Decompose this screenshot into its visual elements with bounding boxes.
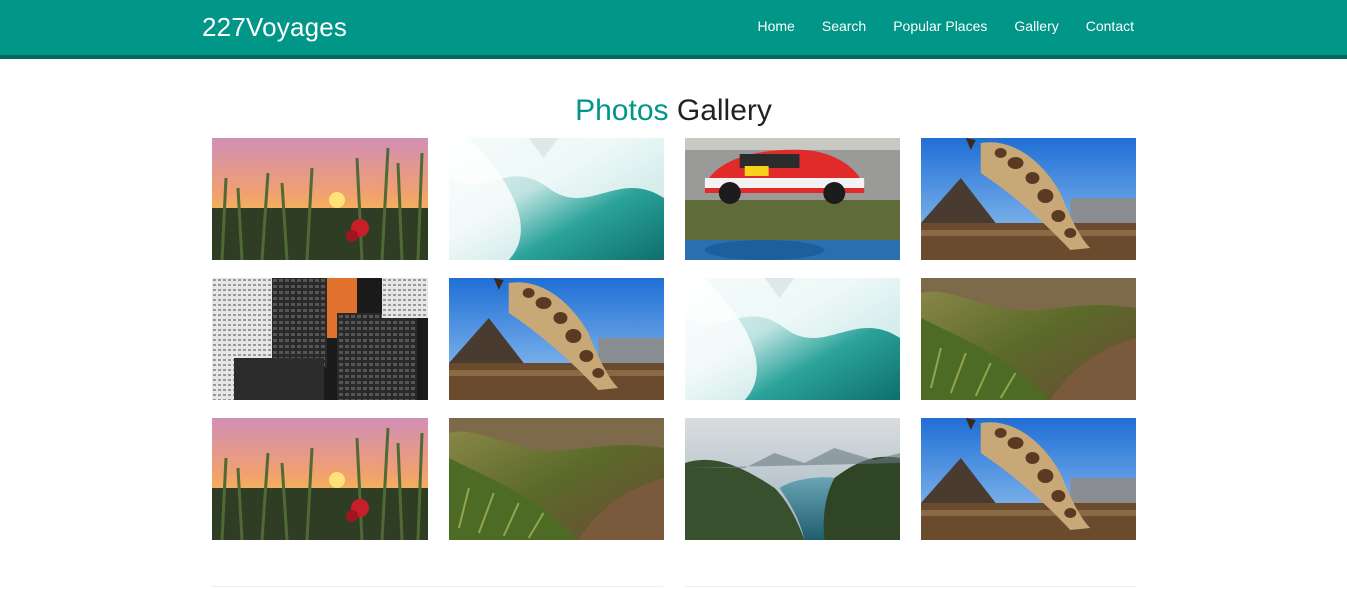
gallery-title: Photos Gallery	[0, 93, 1347, 129]
nav-link-search[interactable]: Search	[822, 17, 866, 35]
gallery-photo-giraffe[interactable]	[921, 138, 1136, 260]
brand-logo-link[interactable]: 227Voyages	[202, 12, 347, 42]
gallery-photo-ocean-wave-surf[interactable]	[685, 278, 900, 400]
gallery-photo-city-skyscrapers[interactable]	[212, 278, 428, 400]
gallery-title-rest: Gallery	[676, 94, 772, 127]
gallery-photo-giraffe[interactable]	[449, 278, 664, 400]
gallery-photo-race-car[interactable]	[685, 138, 900, 260]
top-navbar: 227Voyages Home Search Popular Places Ga…	[0, 0, 1347, 59]
gallery-photo-mountain-fjord-lake[interactable]	[685, 418, 900, 540]
gallery-photo-sunset-wheat-field[interactable]	[212, 418, 428, 540]
gallery-photo-giraffe[interactable]	[921, 418, 1136, 540]
nav-link-popular-places[interactable]: Popular Places	[893, 17, 987, 35]
main-nav: Home Search Popular Places Gallery Conta…	[758, 17, 1135, 35]
section-divider-right	[685, 586, 1136, 587]
nav-link-home[interactable]: Home	[758, 17, 795, 35]
section-divider-left	[212, 586, 663, 587]
gallery-photo-sunset-wheat-field[interactable]	[212, 138, 428, 260]
gallery-photo-grassy-hillside-path[interactable]	[449, 418, 664, 540]
photo-gallery-grid	[212, 138, 1136, 540]
gallery-photo-ocean-wave-surf[interactable]	[449, 138, 664, 260]
nav-link-gallery[interactable]: Gallery	[1014, 17, 1058, 35]
nav-link-contact[interactable]: Contact	[1086, 17, 1134, 35]
gallery-photo-grassy-hillside-path[interactable]	[921, 278, 1136, 400]
gallery-title-accent: Photos	[575, 94, 669, 127]
